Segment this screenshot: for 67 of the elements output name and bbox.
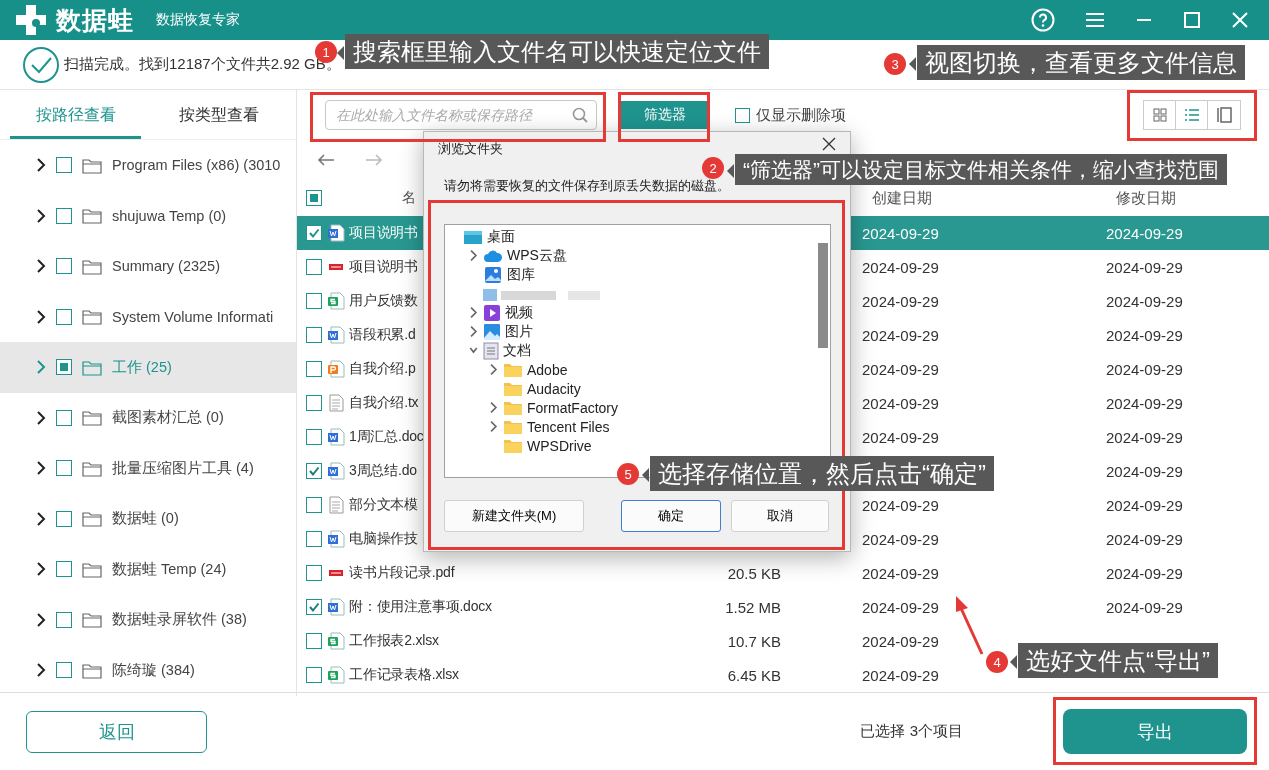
step-number: 4 — [986, 651, 1008, 673]
created-date: 2024-09-29 — [862, 360, 940, 378]
guide-callout: 视图切换，查看更多文件信息 — [917, 45, 1245, 80]
created-date: 2024-09-29 — [862, 632, 940, 650]
created-date: 2024-09-29 — [862, 224, 940, 242]
app-subtitle: 数据恢复专家 — [156, 11, 240, 29]
modified-date: 2024-09-29 — [1106, 598, 1184, 616]
created-date: 2024-09-29 — [862, 496, 940, 514]
modified-date: 2024-09-29 — [1106, 564, 1184, 582]
modified-date: 2024-09-29 — [1106, 496, 1184, 514]
created-date: 2024-09-29 — [862, 258, 940, 276]
modified-date: 2024-09-29 — [1106, 428, 1184, 446]
file-name: 部分文本模 — [349, 496, 418, 514]
file-name: 电脑操作技 — [349, 530, 418, 548]
folder-name: 数据蛙 Temp (24) — [112, 559, 227, 579]
dialog-title: 浏览文件夹 — [438, 139, 503, 158]
dialog-message: 请勿将需要恢复的文件保存到原丢失数据的磁盘。 — [444, 178, 730, 193]
logo-text: 数据蛙 — [56, 4, 134, 36]
created-date: 2024-09-29 — [862, 666, 940, 684]
created-date: 2024-09-29 — [862, 394, 940, 412]
step-number: 3 — [884, 53, 906, 75]
folder-name: shujuwa Temp (0) — [112, 207, 227, 224]
guide-callout: 选择存储位置，然后点击“确定” — [650, 456, 994, 491]
folder-name: 工作 (25) — [112, 357, 172, 377]
folder-name: System Volume Informati — [112, 308, 274, 325]
guide-callout: 搜索框里输入文件名可以快速定位文件 — [345, 34, 769, 69]
folder-name: 批量压缩图片工具 (4) — [112, 458, 254, 478]
file-name: 项目说明书 — [349, 258, 418, 276]
file-name: 自我介绍.tx — [349, 394, 419, 412]
file-size: 1.52 MB — [724, 598, 781, 616]
created-date: 2024-09-29 — [862, 530, 940, 548]
file-name: 工作记录表格.xlsx — [349, 666, 459, 684]
modified-date: 2024-09-29 — [1106, 224, 1184, 242]
folder-name: 数据蛙录屏软件 (38) — [112, 610, 247, 630]
modified-date: 2024-09-29 — [1106, 360, 1184, 378]
created-date: 2024-09-29 — [862, 564, 940, 582]
folder-name: Program Files (x86) (3010 — [112, 157, 281, 174]
modified-date: 2024-09-29 — [1106, 258, 1184, 276]
modified-date: 2024-09-29 — [1106, 326, 1184, 344]
file-name: 用户反馈数 — [349, 292, 418, 310]
file-name: 工作报表2.xlsx — [349, 632, 439, 650]
file-name: 语段积累.d — [349, 326, 416, 344]
file-size: 6.45 KB — [726, 666, 781, 684]
modified-date: 2024-09-29 — [1106, 292, 1184, 310]
modified-date: 2024-09-29 — [1106, 530, 1184, 548]
file-size: 20.5 KB — [726, 564, 781, 582]
created-date: 2024-09-29 — [862, 326, 940, 344]
file-name: 3周总结.do — [349, 462, 417, 480]
folder-name: 陈绮璇 (384) — [112, 660, 195, 680]
file-name: 自我介绍.p — [349, 360, 416, 378]
file-name: 附：使用注意事项.docx — [349, 598, 492, 616]
modified-date: 2024-09-29 — [1106, 394, 1184, 412]
file-name: 项目说明书 — [349, 224, 418, 242]
guide-callout: “筛选器”可以设定目标文件相关条件，缩小查找范围 — [735, 154, 1227, 185]
checkbox-label: 仅显示删除项 — [756, 105, 846, 125]
folder-name: Summary (2325) — [112, 258, 220, 275]
modified-date: 2024-09-29 — [1106, 462, 1184, 480]
created-date: 2024-09-29 — [862, 598, 940, 616]
created-date: 2024-09-29 — [862, 428, 940, 446]
created-date: 2024-09-29 — [862, 292, 940, 310]
file-name: 1周汇总.doc — [349, 428, 424, 446]
guide-callout: 选好文件点“导出” — [1018, 643, 1218, 678]
folder-name: 截图素材汇总 (0) — [112, 408, 224, 428]
file-size: 10.7 KB — [726, 632, 781, 650]
folder-name: 数据蛙 (0) — [112, 509, 179, 529]
selection-count: 已选择 3个项目 — [860, 722, 963, 741]
file-name: 读书片段记录.pdf — [349, 564, 455, 582]
